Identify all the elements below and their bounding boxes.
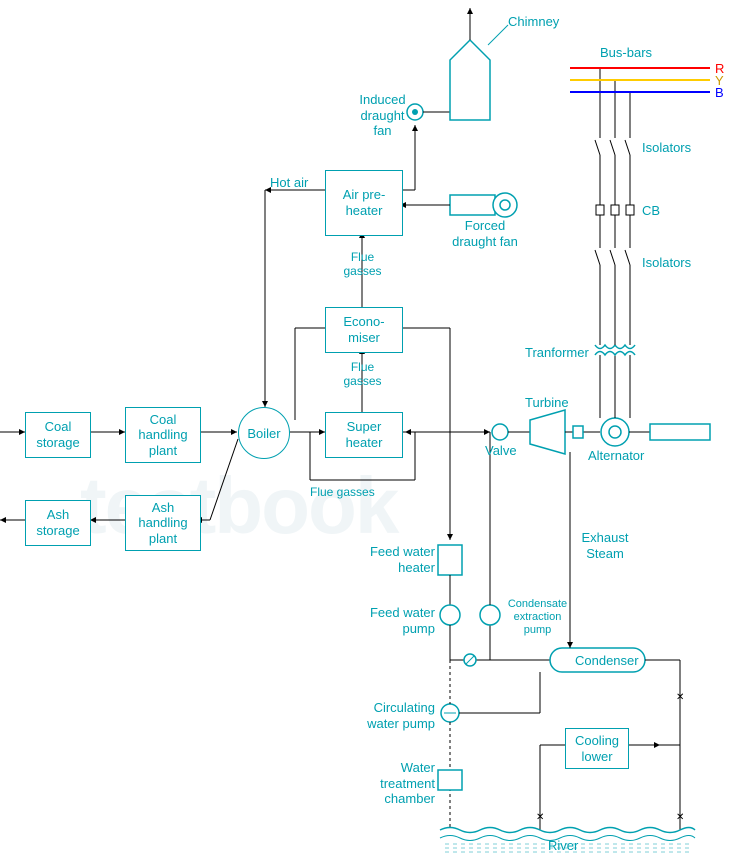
svg-text:✕: ✕ — [676, 692, 684, 703]
economiser-label: Econo-miser — [328, 314, 400, 345]
cooling-tower-box: Cooling lower — [565, 728, 629, 769]
alternator-label: Alternator — [588, 448, 644, 464]
ash-handling-label: Ash handling plant — [128, 500, 198, 547]
hot-air-label: Hot air — [270, 175, 308, 191]
condensate-pump-label: Condensate extraction pump — [500, 598, 575, 638]
turbine-label: Turbine — [525, 395, 569, 411]
bus-bars-label: Bus-bars — [600, 45, 652, 61]
valve-label: Valve — [485, 443, 517, 459]
boiler-label: Boiler — [247, 426, 280, 441]
flue-gasses2-label: Flue gasses — [340, 360, 385, 389]
coal-storage-label: Coal storage — [28, 419, 88, 450]
air-preheater-box: Air pre-heater — [325, 170, 403, 236]
water-treatment-label: Water treatment chamber — [365, 760, 435, 807]
ash-storage-label: Ash storage — [28, 507, 88, 538]
svg-text:✕: ✕ — [676, 812, 684, 823]
svg-text:✕: ✕ — [536, 812, 544, 823]
induced-fan-label: Induced draught fan — [350, 92, 415, 139]
transformer-label: Tranformer — [525, 345, 589, 361]
b-label: B — [715, 85, 724, 101]
air-preheater-label: Air pre-heater — [328, 187, 400, 218]
forced-fan-label: Forced draught fan — [450, 218, 520, 249]
economiser-box: Econo-miser — [325, 307, 403, 353]
coal-handling-label: Coal handling plant — [128, 412, 198, 459]
super-heater-label: Super heater — [328, 419, 400, 450]
coal-handling-box: Coal handling plant — [125, 407, 201, 463]
feed-water-heater-label: Feed water heater — [360, 544, 435, 575]
feed-water-pump-label: Feed water pump — [355, 605, 435, 636]
ash-handling-box: Ash handling plant — [125, 495, 201, 551]
cb-label: CB — [642, 203, 660, 219]
isolators2-label: Isolators — [642, 255, 691, 271]
flue-gasses1-label: Flue gasses — [340, 250, 385, 279]
ash-storage-box: Ash storage — [25, 500, 91, 546]
coal-storage-box: Coal storage — [25, 412, 91, 458]
cooling-tower-label: Cooling lower — [568, 733, 626, 764]
circulating-pump-label: Circulating water pump — [350, 700, 435, 731]
river-label: River — [548, 838, 578, 854]
flue-gasses3-label: Flue gasses — [310, 485, 375, 499]
condenser-label: Condenser — [575, 653, 639, 669]
isolators1-label: Isolators — [642, 140, 691, 156]
boiler-circle: Boiler — [238, 407, 290, 459]
super-heater-box: Super heater — [325, 412, 403, 458]
exhaust-steam-label: Exhaust Steam — [575, 530, 635, 561]
chimney-label: Chimney — [508, 14, 559, 30]
